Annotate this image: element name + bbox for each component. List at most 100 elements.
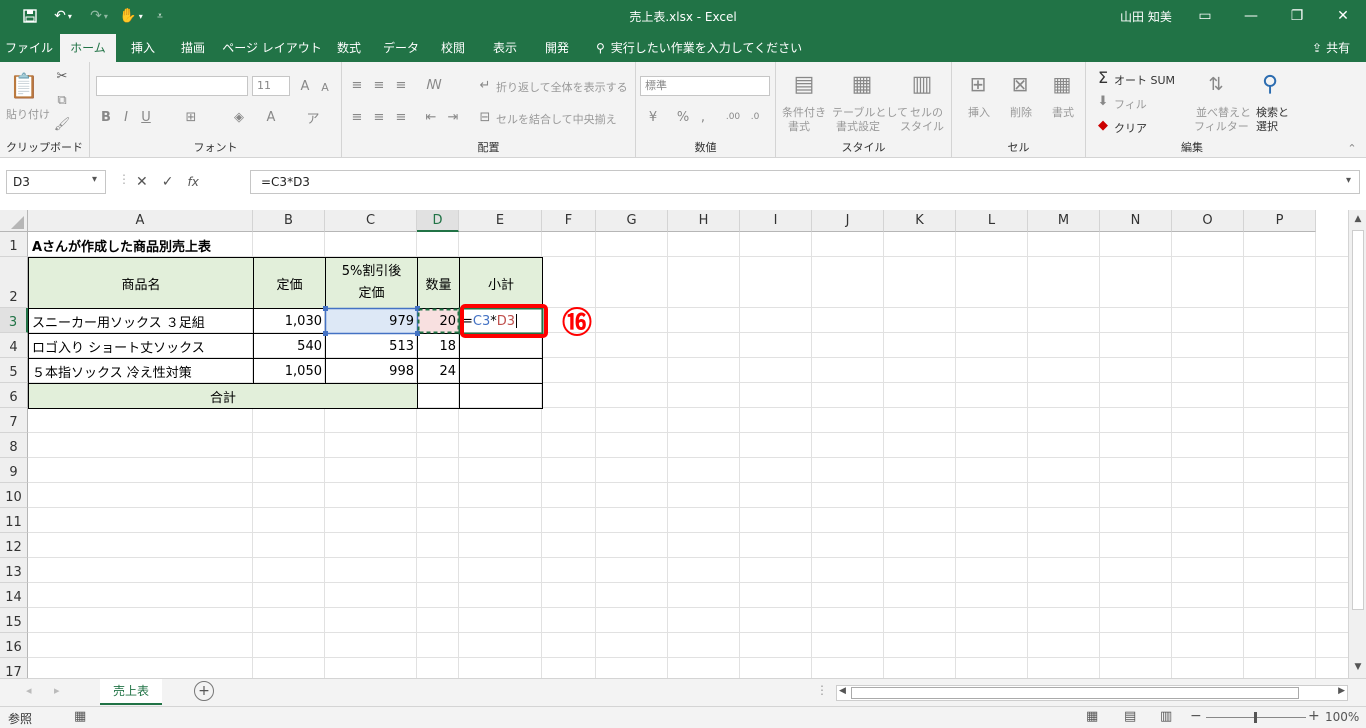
sheet-tab[interactable]: 売上表 xyxy=(100,679,162,705)
tab-review[interactable]: 校閲 xyxy=(430,34,476,62)
autosum-label[interactable]: オート SUM xyxy=(1114,72,1175,88)
bold-icon[interactable]: B xyxy=(98,108,114,126)
decrease-decimal-icon[interactable]: .0 xyxy=(746,108,764,126)
align-right-icon[interactable]: ≡ xyxy=(392,108,410,126)
fill-icon[interactable]: ⬇ xyxy=(1094,92,1112,110)
find-select-icon[interactable]: ⚲ xyxy=(1256,68,1284,100)
scroll-left-icon[interactable]: ◀ xyxy=(839,686,846,696)
autosum-icon[interactable]: Σ xyxy=(1094,68,1112,87)
horizontal-scroll-thumb[interactable] xyxy=(851,687,1299,699)
conditional-format-icon[interactable]: ▤ xyxy=(788,68,820,100)
name-box-dropdown-icon[interactable]: ▾ xyxy=(92,174,97,185)
merge-label[interactable]: セルを結合して中央揃え xyxy=(496,111,617,127)
format-cells-label[interactable]: 書式 xyxy=(1052,104,1074,120)
tab-formulas[interactable]: 数式 xyxy=(326,34,372,62)
tab-page-layout[interactable]: ページ レイアウト xyxy=(222,34,322,62)
normal-view-icon[interactable]: ▦ xyxy=(1086,709,1098,724)
tab-file[interactable]: ファイル xyxy=(0,34,58,62)
underline-icon[interactable]: U xyxy=(138,108,154,126)
paste-label[interactable]: 貼り付け xyxy=(6,106,50,122)
find-select-label-2[interactable]: 選択 xyxy=(1256,118,1278,134)
border-icon[interactable]: ⊞ xyxy=(182,108,200,126)
paste-icon[interactable]: 📋 xyxy=(9,70,39,102)
font-name-box[interactable] xyxy=(96,76,248,96)
format-as-table-icon[interactable]: ▦ xyxy=(846,68,878,100)
fill-label[interactable]: フィル xyxy=(1114,96,1147,112)
decrease-font-icon[interactable]: A xyxy=(316,78,334,96)
page-layout-view-icon[interactable]: ▤ xyxy=(1124,709,1136,724)
user-name[interactable]: 山田 知美 xyxy=(1120,8,1172,25)
tab-view[interactable]: 表示 xyxy=(482,34,528,62)
add-sheet-icon[interactable]: + xyxy=(194,681,214,701)
macro-record-icon[interactable]: ▦ xyxy=(74,709,86,724)
conditional-format-label-2[interactable]: 書式 xyxy=(788,118,810,134)
insert-cells-label[interactable]: 挿入 xyxy=(968,104,990,120)
page-break-view-icon[interactable]: ▥ xyxy=(1160,709,1172,724)
formula-input[interactable]: =C3*D3 xyxy=(250,170,1360,194)
clear-icon[interactable]: ◆ xyxy=(1094,116,1112,134)
font-size-box[interactable]: 11 xyxy=(252,76,290,96)
minimize-icon[interactable]: — xyxy=(1228,0,1274,32)
align-top-icon[interactable]: ≡ xyxy=(348,76,366,94)
name-box[interactable]: D3 xyxy=(6,170,106,194)
close-icon[interactable]: ✕ xyxy=(1320,0,1366,32)
tab-insert[interactable]: 挿入 xyxy=(120,34,166,62)
prev-sheet-icon[interactable]: ◂ xyxy=(26,684,32,697)
font-color-icon[interactable]: A xyxy=(262,108,280,126)
next-sheet-icon[interactable]: ▸ xyxy=(54,684,60,697)
fill-color-icon[interactable]: ◈ xyxy=(230,108,248,126)
currency-icon[interactable]: ¥ xyxy=(640,108,666,126)
scroll-up-icon[interactable]: ▲ xyxy=(1351,212,1365,226)
italic-icon[interactable]: I xyxy=(118,108,134,126)
insert-cells-icon[interactable]: ⊞ xyxy=(964,68,992,100)
scroll-right-icon[interactable]: ▶ xyxy=(1338,686,1345,696)
tab-draw[interactable]: 描画 xyxy=(170,34,216,62)
sort-filter-icon[interactable]: ⇅ xyxy=(1202,68,1230,100)
format-as-table-label-2[interactable]: 書式設定 xyxy=(836,118,880,134)
cell-styles-icon[interactable]: ▥ xyxy=(906,68,938,100)
horizontal-scrollbar[interactable]: ◀ ▶ xyxy=(836,685,1348,701)
insert-function-icon[interactable]: fx xyxy=(187,175,198,189)
restore-icon[interactable]: ❐ xyxy=(1274,0,1320,32)
increase-indent-icon[interactable]: ⇥ xyxy=(444,108,462,126)
copy-icon[interactable]: ⧉ xyxy=(54,92,70,108)
sort-filter-label-2[interactable]: フィルター xyxy=(1194,118,1249,134)
scroll-down-icon[interactable]: ▼ xyxy=(1351,660,1365,674)
delete-cells-label[interactable]: 削除 xyxy=(1010,104,1032,120)
tab-data[interactable]: データ xyxy=(378,34,424,62)
tab-split-icon[interactable]: ⋮ xyxy=(816,683,828,697)
number-format-box[interactable]: 標準 xyxy=(640,76,770,96)
orientation-icon[interactable]: ꟿ xyxy=(422,76,446,94)
phonetic-icon[interactable]: ア xyxy=(304,108,322,127)
collapse-ribbon-icon[interactable]: ⌃ xyxy=(1344,140,1360,156)
tell-me-box[interactable]: ⚲ 実行したい作業を入力してください xyxy=(596,34,802,62)
vertical-scroll-thumb[interactable] xyxy=(1352,230,1364,610)
align-middle-icon[interactable]: ≡ xyxy=(370,76,388,94)
align-bottom-icon[interactable]: ≡ xyxy=(392,76,410,94)
cut-icon[interactable]: ✂ xyxy=(54,68,70,84)
zoom-out-icon[interactable]: − xyxy=(1190,708,1202,724)
comma-icon[interactable]: , xyxy=(694,108,712,126)
increase-decimal-icon[interactable]: .00 xyxy=(724,108,742,126)
align-left-icon[interactable]: ≡ xyxy=(348,108,366,126)
cell-styles-label-2[interactable]: スタイル xyxy=(900,118,944,134)
tab-developer[interactable]: 開発 xyxy=(534,34,580,62)
decrease-indent-icon[interactable]: ⇤ xyxy=(422,108,440,126)
align-center-icon[interactable]: ≡ xyxy=(370,108,388,126)
expand-formula-icon[interactable]: ▾ xyxy=(1346,175,1351,186)
format-painter-icon[interactable]: 🖌 xyxy=(54,116,71,132)
wrap-text-label[interactable]: 折り返して全体を表示する xyxy=(496,79,628,95)
zoom-in-icon[interactable]: + xyxy=(1308,708,1320,724)
enter-icon[interactable]: ✓ xyxy=(162,174,174,190)
wrap-text-icon[interactable]: ↵ xyxy=(476,76,494,94)
zoom-slider-thumb[interactable] xyxy=(1254,712,1257,723)
zoom-level[interactable]: 100% xyxy=(1325,710,1359,724)
clear-label[interactable]: クリア xyxy=(1114,120,1147,136)
format-cells-icon[interactable]: ▦ xyxy=(1048,68,1076,100)
cancel-icon[interactable]: ✕ xyxy=(136,174,148,190)
increase-font-icon[interactable]: A xyxy=(296,76,314,96)
worksheet-grid[interactable]: ABCDEFGHIJKLMNOP 1 2 3 4 5 6 7 8 9 10 11 12 13 14 15 16… xyxy=(0,210,1348,678)
percent-icon[interactable]: % xyxy=(674,108,692,126)
tab-home[interactable]: ホーム xyxy=(60,34,116,62)
ribbon-display-icon[interactable]: ▭ xyxy=(1182,0,1228,32)
